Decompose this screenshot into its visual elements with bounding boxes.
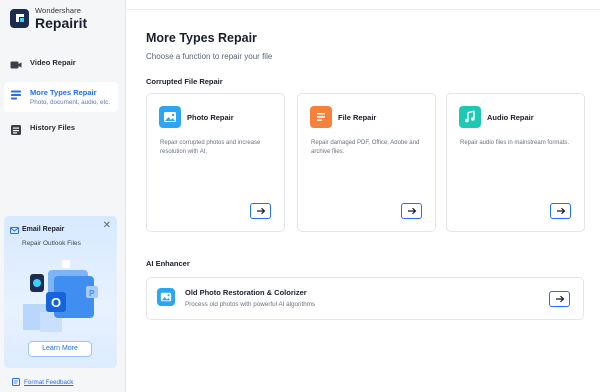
photo-icon bbox=[157, 288, 175, 306]
arrow-right-icon bbox=[555, 295, 564, 303]
arrow-right-icon bbox=[256, 207, 265, 215]
brand-company: Wondershare bbox=[35, 6, 81, 15]
sidebar-item-history-files[interactable]: History Files bbox=[4, 117, 118, 142]
file-repair-go-button[interactable] bbox=[401, 203, 422, 219]
arrow-right-icon bbox=[407, 207, 416, 215]
file-repair-card[interactable]: File Repair Repair damaged PDF, Office, … bbox=[297, 93, 436, 232]
sidebar-item-sublabel: Photo, document, audio, etc. bbox=[30, 99, 111, 106]
card-title: Old Photo Restoration & Colorizer bbox=[185, 288, 307, 297]
feedback-label: Format Feedback bbox=[24, 378, 74, 386]
sidebar-item-label: History Files bbox=[30, 123, 76, 132]
card-description: Repair damaged PDF, Office, Adobe and ar… bbox=[311, 140, 420, 155]
format-feedback-link[interactable]: Format Feedback bbox=[12, 378, 73, 386]
photo-repair-card[interactable]: Photo Repair Repair corrupted photos and… bbox=[146, 93, 285, 232]
section-title-corrupted: Corrupted File Repair bbox=[146, 77, 223, 86]
photo-icon bbox=[159, 106, 181, 128]
old-photo-restoration-go-button[interactable] bbox=[549, 291, 570, 307]
sidebar-item-more-types-repair[interactable]: More Types Repair Photo, document, audio… bbox=[4, 82, 118, 112]
sidebar-item-label: More Types Repair bbox=[30, 88, 97, 97]
video-camera-icon bbox=[10, 61, 22, 69]
promo-title: Email Repair bbox=[22, 226, 65, 233]
music-note-icon bbox=[459, 106, 481, 128]
card-title: Photo Repair bbox=[187, 113, 234, 122]
close-icon[interactable]: ✕ bbox=[103, 220, 111, 231]
card-title: Audio Repair bbox=[487, 113, 534, 122]
svg-text:O: O bbox=[51, 295, 61, 310]
sidebar-item-label: Video Repair bbox=[30, 58, 76, 67]
document-icon bbox=[310, 106, 332, 128]
sidebar-nav: Video Repair More Types Repair Photo, do… bbox=[4, 52, 118, 147]
old-photo-restoration-card[interactable]: Old Photo Restoration & Colorizer Proces… bbox=[146, 277, 584, 320]
main-content: More Types Repair Choose a function to r… bbox=[127, 0, 600, 392]
section-title-ai-enhancer: AI Enhancer bbox=[146, 259, 190, 268]
email-repair-promo: ✕ Email Repair Repair Outlook Files O P … bbox=[4, 216, 117, 368]
card-title: File Repair bbox=[338, 113, 377, 122]
brand: Wondershare Repairit bbox=[10, 7, 87, 30]
learn-more-button[interactable]: Learn More bbox=[28, 341, 92, 357]
history-icon bbox=[11, 125, 21, 135]
outlook-illustration-icon: O P bbox=[23, 260, 98, 332]
more-types-icon bbox=[11, 90, 21, 100]
arrow-right-icon bbox=[556, 207, 565, 215]
audio-repair-go-button[interactable] bbox=[550, 203, 571, 219]
card-description: Repair corrupted photos and increase res… bbox=[160, 140, 261, 155]
promo-subtitle: Repair Outlook Files bbox=[22, 240, 81, 247]
page-subtitle: Choose a function to repair your file bbox=[146, 52, 273, 61]
sidebar-item-video-repair[interactable]: Video Repair bbox=[4, 52, 118, 77]
page-title: More Types Repair bbox=[146, 31, 257, 45]
brand-name: Repairit bbox=[35, 14, 88, 31]
audio-repair-card[interactable]: Audio Repair Repair audio files in mains… bbox=[446, 93, 585, 232]
top-divider bbox=[127, 9, 600, 10]
photo-repair-go-button[interactable] bbox=[250, 203, 271, 219]
card-description: Repair audio files in mainstream formats… bbox=[460, 140, 570, 146]
repairit-logo-icon bbox=[10, 8, 29, 28]
svg-text:P: P bbox=[89, 289, 95, 298]
mail-icon bbox=[10, 227, 19, 234]
sidebar: Wondershare Repairit Video Repair More T… bbox=[0, 0, 126, 392]
card-description: Process old photos with powerful AI algo… bbox=[185, 301, 316, 308]
feedback-icon bbox=[12, 378, 20, 386]
